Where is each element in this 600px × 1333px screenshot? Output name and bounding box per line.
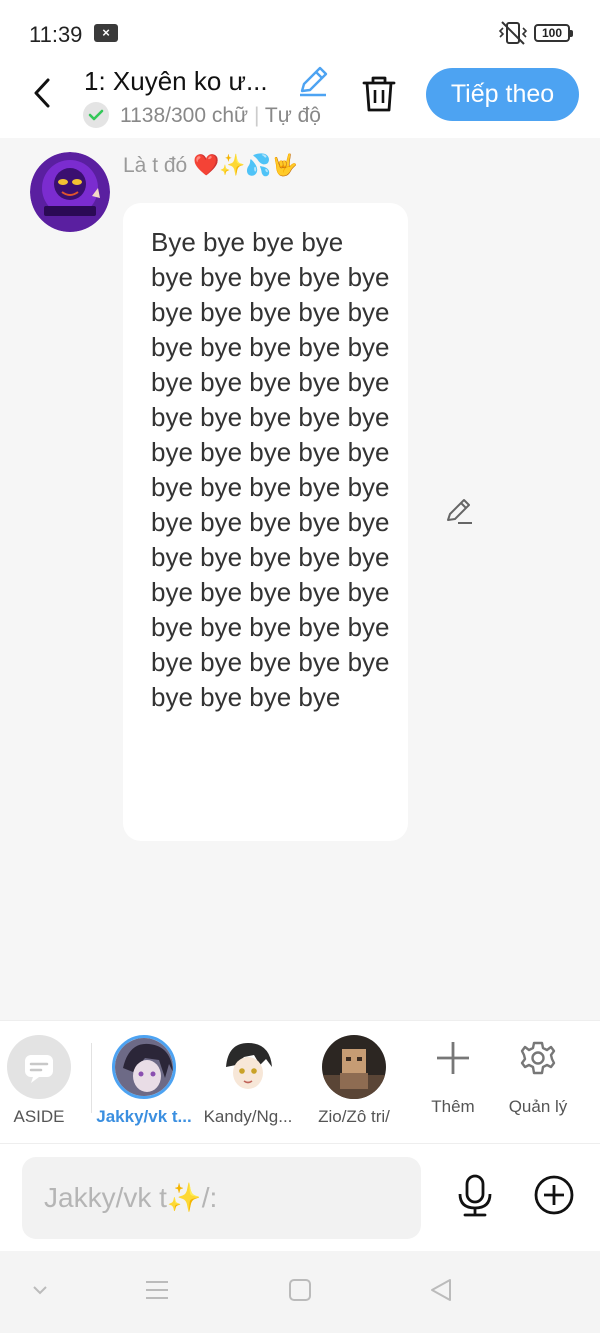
- vibrate-icon: [498, 21, 528, 45]
- character-avatar: [112, 1035, 176, 1099]
- chat-icon: [7, 1035, 71, 1099]
- episode-title[interactable]: 1: Xuyên ko ư...: [84, 66, 292, 97]
- status-bar: 11:39 × 100: [0, 0, 600, 64]
- check-badge: [83, 102, 109, 128]
- avatar[interactable]: [30, 152, 110, 232]
- word-count-status: 1138/300 chữ | Tự độ: [120, 104, 328, 128]
- word-count: 1138/300 chữ: [120, 104, 249, 127]
- character-avatar: [322, 1035, 386, 1099]
- composer: [0, 1143, 600, 1251]
- message-input[interactable]: [22, 1157, 421, 1239]
- character-label: Quản lý: [508, 1097, 568, 1116]
- plus-circle-icon[interactable]: [533, 1174, 575, 1216]
- microphone-icon[interactable]: [455, 1174, 495, 1218]
- character-label: ASIDE: [13, 1107, 65, 1126]
- trash-icon[interactable]: [360, 74, 398, 114]
- character-label: Zio/Zô tri/: [318, 1107, 390, 1126]
- character-selector: ASIDE Jakky/vk t... Kandy/Ng... Zio/Zô t…: [0, 1020, 600, 1143]
- notification-icon: ×: [94, 24, 118, 42]
- check-icon: [88, 109, 104, 121]
- save-mode: Tự độ: [264, 104, 321, 127]
- next-button[interactable]: Tiếp theo: [426, 68, 579, 121]
- message-text: Bye bye bye bye bye bye bye bye bye bye …: [151, 227, 390, 712]
- subtitle-separator: |: [253, 104, 265, 127]
- message-character-name: Là t đó ❤️✨💦🤟: [123, 154, 298, 177]
- pencil-icon[interactable]: [296, 64, 330, 98]
- character-label: Kandy/Ng...: [203, 1107, 293, 1126]
- status-time: 11:39: [29, 22, 83, 47]
- avatar-image: [30, 152, 110, 232]
- back-arrow-icon[interactable]: [26, 76, 60, 110]
- back-triangle-icon[interactable]: [428, 1277, 454, 1303]
- plus-icon: [437, 1042, 469, 1074]
- pencil-icon[interactable]: [444, 496, 474, 526]
- home-icon[interactable]: [287, 1277, 313, 1303]
- divider: [91, 1043, 92, 1113]
- character-label: Jakky/vk t...: [96, 1107, 192, 1126]
- menu-icon[interactable]: [144, 1277, 170, 1303]
- character-label: Thêm: [431, 1097, 475, 1116]
- editor-header: 1: Xuyên ko ư... 1138/300 chữ | Tự độ Ti…: [0, 64, 600, 138]
- battery-indicator: 100: [534, 24, 573, 42]
- message-bubble[interactable]: Bye bye bye bye bye bye bye bye bye bye …: [123, 203, 408, 841]
- chevron-down-icon[interactable]: [30, 1283, 50, 1297]
- gear-icon: [520, 1041, 556, 1075]
- character-avatar: [216, 1035, 280, 1099]
- system-nav-bar: [0, 1251, 600, 1333]
